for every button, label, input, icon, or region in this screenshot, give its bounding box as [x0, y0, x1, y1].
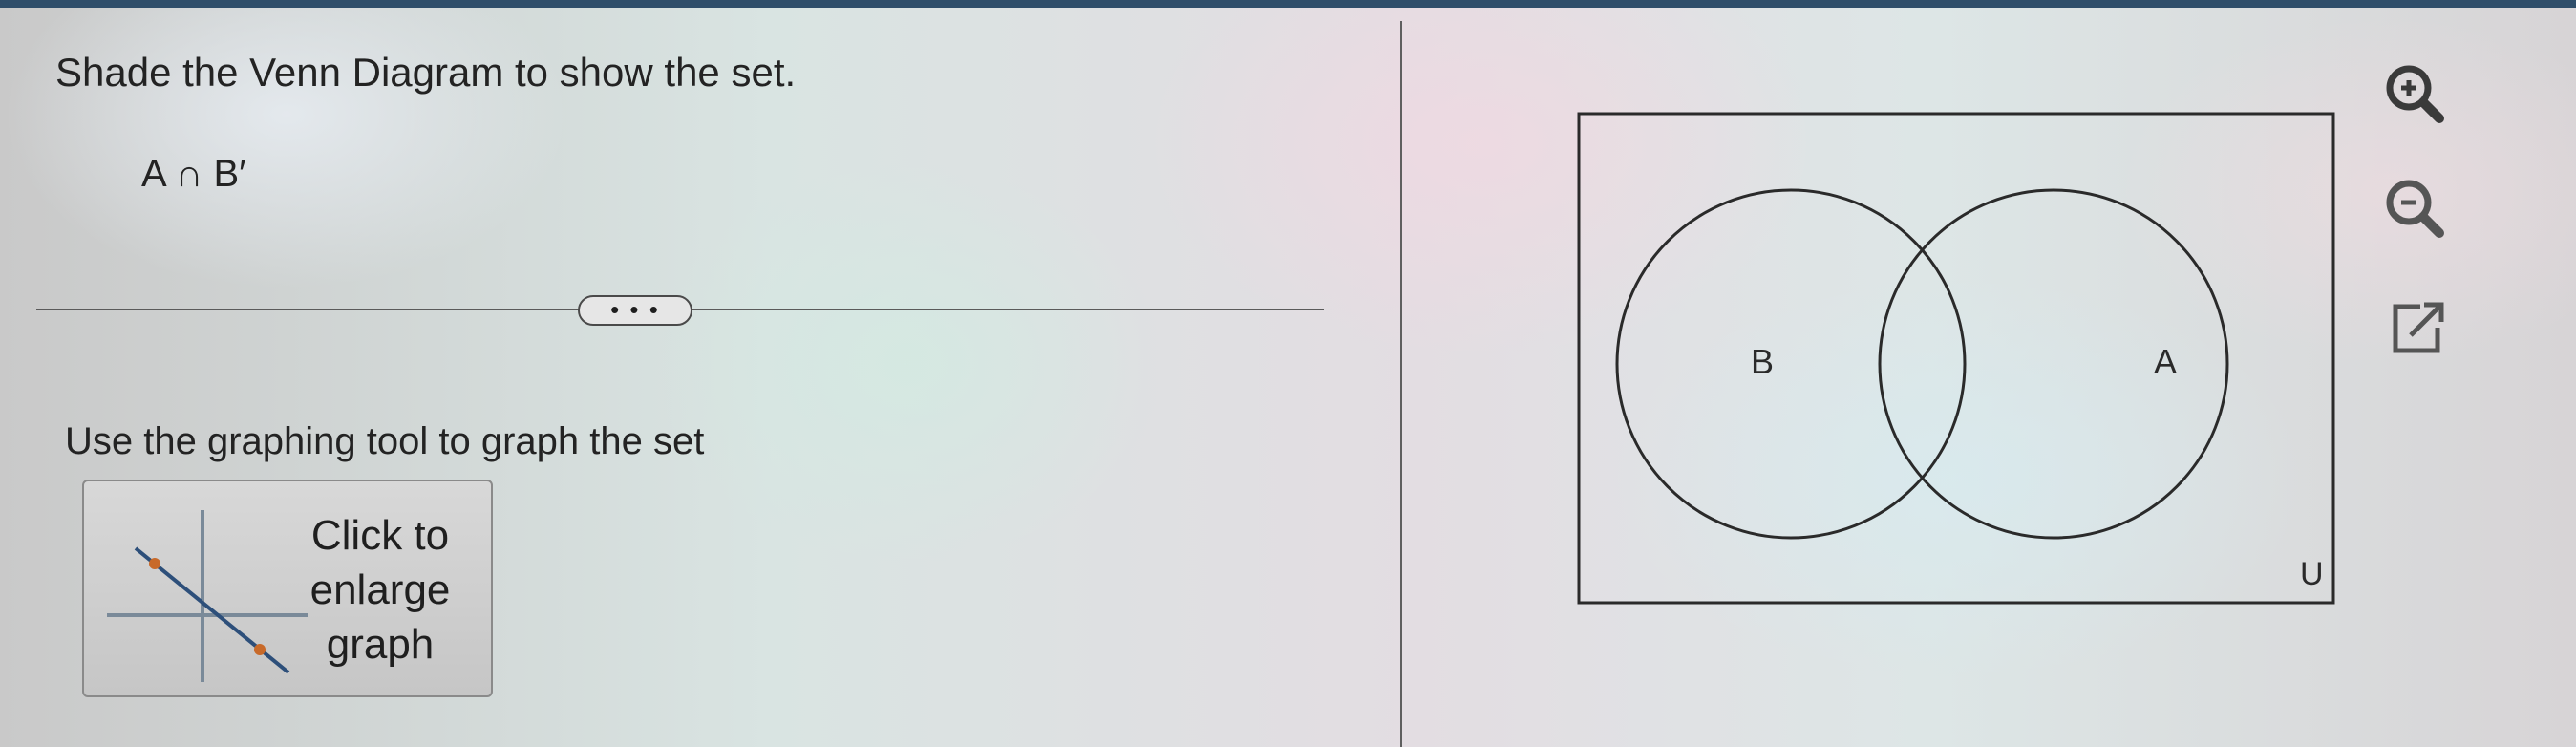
venn-diagram[interactable]: B A U: [1576, 111, 2340, 608]
popout-icon[interactable]: [2378, 289, 2459, 370]
circle-b-label: B: [1751, 342, 1774, 381]
graph-instruction: Use the graphing tool to graph the set: [65, 420, 705, 462]
zoom-in-icon[interactable]: [2376, 55, 2457, 136]
question-prompt: Shade the Venn Diagram to show the set.: [55, 50, 797, 95]
circle-b[interactable]: [1615, 188, 1967, 540]
enlarge-graph-button[interactable]: Click to enlarge graph: [82, 480, 493, 697]
show-more-button[interactable]: • • •: [578, 295, 692, 326]
circle-a-label: A: [2154, 342, 2177, 381]
enlarge-graph-label: Click to enlarge graph: [309, 512, 451, 668]
zoom-out-icon[interactable]: [2376, 170, 2457, 250]
panel-separator: [1400, 21, 1402, 747]
top-bar: [0, 0, 2576, 8]
set-expression: A ∩ B′: [141, 153, 246, 195]
universe-label: U: [2300, 556, 2324, 592]
universe-rectangle: [1577, 112, 2335, 605]
